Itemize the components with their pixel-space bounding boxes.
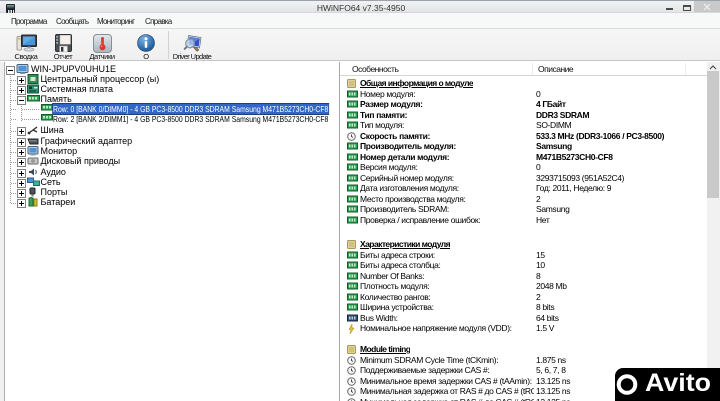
svg-text:Avito: Avito [645, 369, 711, 397]
